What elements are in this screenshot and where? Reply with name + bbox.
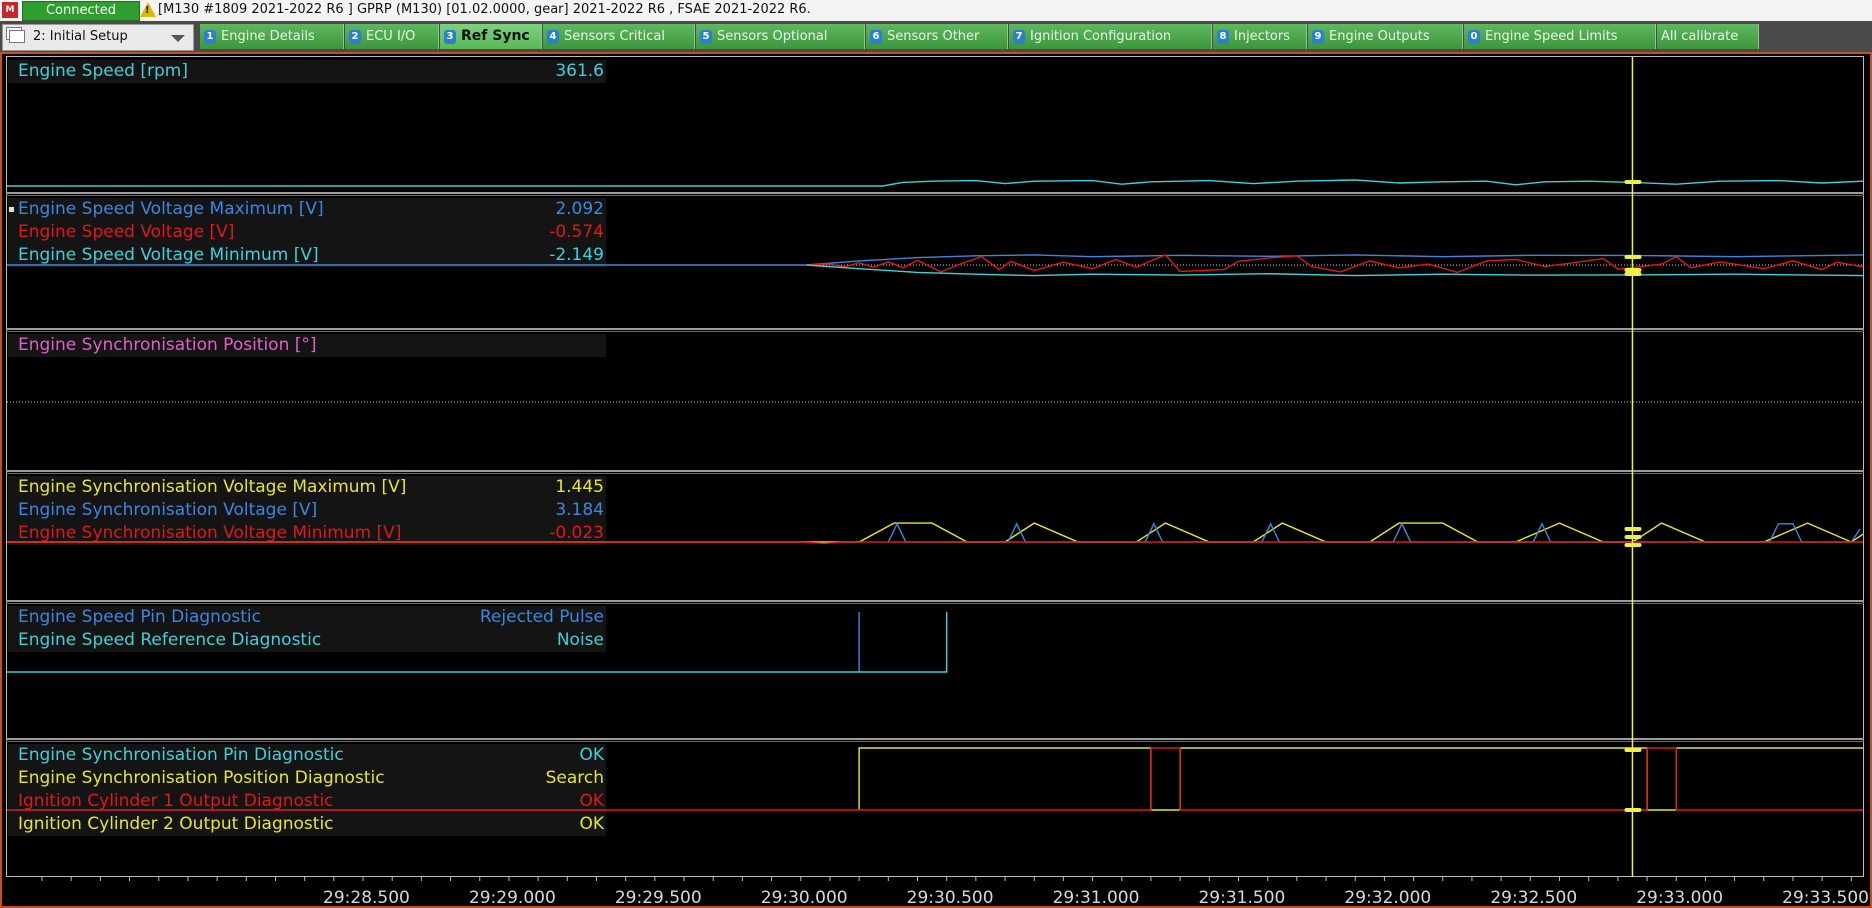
cursor-marker — [1624, 255, 1642, 259]
cursor-marker — [1624, 527, 1642, 531]
trace-engine-speed-voltage-v- — [806, 254, 1864, 274]
trace-canvas[interactable] — [0, 0, 1872, 908]
cursor-marker — [1624, 808, 1642, 812]
trace-ignition-cylinder-1-output-diagnostic — [7, 747, 1863, 811]
cursor-marker — [1624, 272, 1642, 276]
axis-tick-label: 29:33.000 — [1636, 888, 1724, 908]
axis-tick-label: 29:29.500 — [614, 888, 702, 908]
axis-tick-label: 29:30.500 — [906, 888, 994, 908]
axis-tick-label: 29:33.500 — [1782, 888, 1869, 908]
trace-engine-speed-reference-diagnostic — [7, 612, 948, 673]
axis-tick-label: 29:31.000 — [1052, 888, 1140, 908]
axis-tick-label: 29:30.000 — [760, 888, 848, 908]
axis-tick-label: 29:28.500 — [323, 888, 410, 908]
axis-tick-label: 29:29.000 — [468, 888, 556, 908]
cursor-marker — [1624, 543, 1642, 547]
cursor-marker — [1624, 748, 1642, 752]
time-axis: 29:28.500 29:29.000 29:29.500 29:30.000 29:3… — [0, 877, 1872, 908]
trace-engine-synchronisation-position-diagnostic — [858, 747, 1863, 811]
trace-engine-speed-rpm- — [7, 179, 1864, 187]
cursor-marker — [1624, 535, 1642, 539]
axis-tick-label: 29:32.500 — [1490, 888, 1578, 908]
cursor-marker — [1624, 268, 1642, 272]
axis-tick-label: 29:31.500 — [1198, 888, 1286, 908]
trace-engine-speed-voltage-maximum-v- — [7, 254, 1864, 266]
trace-engine-synchronisation-voltage-maximum-v- — [7, 522, 1864, 543]
axis-tick-label: 29:32.000 — [1344, 888, 1432, 908]
trace-engine-synchronisation-voltage-minimum-v- — [7, 541, 1863, 545]
cursor-marker — [1624, 180, 1642, 184]
